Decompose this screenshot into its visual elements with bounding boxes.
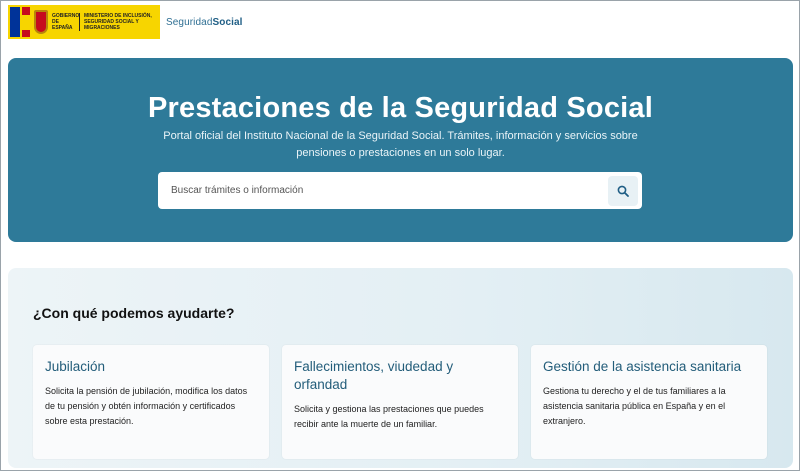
hero-banner: Prestaciones de la Seguridad Social Port…	[8, 58, 793, 242]
search-button[interactable]	[608, 175, 638, 206]
spain-flag-icon	[22, 7, 30, 37]
card-asistencia-sanitaria[interactable]: Gestión de la asistencia sanitaria Gesti…	[531, 345, 767, 459]
card-description: Solicita la pensión de jubilación, modif…	[45, 386, 248, 426]
search-bar	[158, 172, 642, 209]
card-title[interactable]: Jubilación	[45, 358, 257, 376]
seguridad-social-logo[interactable]: SeguridadSocial	[166, 17, 243, 28]
ministry-logo-text: MINISTERIO DE INCLUSIÓN, SEGURIDAD SOCIA…	[84, 13, 152, 31]
card-title[interactable]: Gestión de la asistencia sanitaria	[543, 358, 755, 376]
page-title: Prestaciones de la Seguridad Social	[147, 92, 654, 124]
help-section: ¿Con qué podemos ayudarte? Jubilación So…	[8, 268, 793, 468]
coat-of-arms-icon	[34, 10, 48, 34]
help-section-title: ¿Con qué podemos ayudarte?	[33, 305, 235, 321]
card-fallecimientos[interactable]: Fallecimientos, viudedad y orfandad Soli…	[282, 345, 518, 459]
card-description: Solicita y gestiona las prestaciones que…	[294, 404, 484, 429]
card-jubilacion[interactable]: Jubilación Solicita la pensión de jubila…	[33, 345, 269, 459]
card-title[interactable]: Fallecimientos, viudedad y orfandad	[294, 358, 506, 394]
gov-logo-text: GOBIERNO DE ESPAÑA	[52, 13, 80, 31]
eu-flag-icon	[10, 7, 20, 37]
hero-subtitle: Portal oficial del Instituto Nacional de…	[163, 130, 638, 159]
card-description: Gestiona tu derecho y el de tus familiar…	[543, 386, 726, 426]
site-header: GOBIERNO DE ESPAÑA MINISTERIO DE INCLUSI…	[8, 5, 243, 39]
gobierno-espana-logo[interactable]: GOBIERNO DE ESPAÑA MINISTERIO DE INCLUSI…	[8, 5, 160, 39]
search-input[interactable]	[158, 172, 608, 209]
search-icon	[617, 185, 629, 197]
